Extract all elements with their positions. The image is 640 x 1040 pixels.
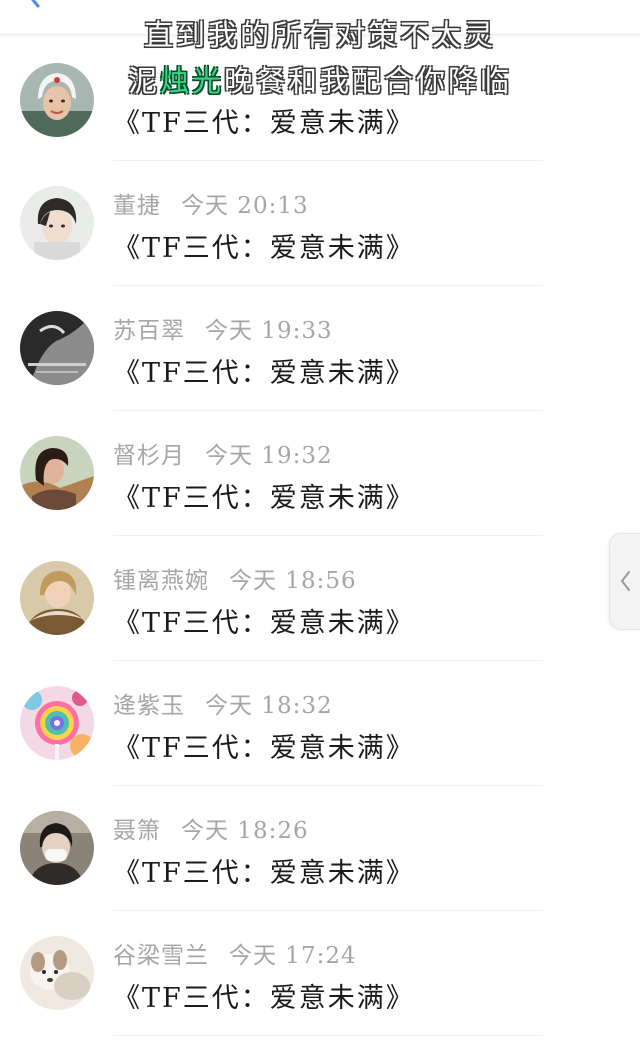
chevron-left-icon xyxy=(621,571,630,591)
message-text: 《TF三代：爱意未满》 xyxy=(113,483,415,514)
sender-name: 董捷 xyxy=(113,193,161,219)
lyric-subtitle-line-1: 直到我的所有对策不太灵 xyxy=(143,18,496,52)
message-text: 《TF三代：爱意未满》 xyxy=(113,733,415,764)
puppy-avatar xyxy=(20,936,94,1010)
avatar[interactable] xyxy=(20,936,94,1010)
avatar[interactable] xyxy=(20,686,94,760)
list-item[interactable]: 逄紫玉 今天 18:32 《TF三代：爱意未满》 xyxy=(0,660,600,785)
message-text: 《TF三代：爱意未满》 xyxy=(113,858,415,889)
message-time: 今天 18:26 xyxy=(181,818,309,844)
sender-name: 锺离燕婉 xyxy=(113,568,209,594)
lyric-line-2-end: 晚餐和我配合你降临 xyxy=(224,64,513,98)
avatar[interactable] xyxy=(20,561,94,635)
message-text: 《TF三代：爱意未满》 xyxy=(113,233,415,264)
list-item[interactable]: 督杉月 今天 19:32 《TF三代：爱意未满》 xyxy=(0,410,600,535)
divider xyxy=(113,1035,543,1036)
message-time: 今天 19:32 xyxy=(205,443,333,469)
bw-smoking-avatar xyxy=(20,311,94,385)
list-item[interactable]: 锺离燕婉 今天 18:56 《TF三代：爱意未满》 xyxy=(0,535,600,660)
sender-meta: 逄紫玉 今天 18:32 xyxy=(113,686,333,720)
sender-meta: 聂箫 今天 18:26 xyxy=(113,811,309,845)
sender-meta: 董捷 今天 20:13 xyxy=(113,186,309,220)
avatar[interactable] xyxy=(20,311,94,385)
message-time: 今天 17:24 xyxy=(229,943,357,969)
lyric-line-2-highlight: 烛光 xyxy=(159,64,224,98)
avatar[interactable] xyxy=(20,811,94,885)
sender-name: 逄紫玉 xyxy=(113,693,185,719)
message-text: 《TF三代：爱意未满》 xyxy=(113,108,415,139)
sender-name: 督杉月 xyxy=(113,443,185,469)
message-time: 今天 19:33 xyxy=(205,318,333,344)
masked-person-avatar xyxy=(20,811,94,885)
list-item[interactable]: 董捷 今天 20:13 《TF三代：爱意未满》 xyxy=(0,160,600,285)
lyric-line-2-start: 泥 xyxy=(127,64,160,98)
sender-name: 苏百翠 xyxy=(113,318,185,344)
sender-name: 谷梁雪兰 xyxy=(113,943,209,969)
sender-meta: 谷梁雪兰 今天 17:24 xyxy=(113,936,357,970)
screen: 直到我的所有对策不太灵 泥烛光晚餐和我配合你降临 《TF三代：爱意未满》 董捷 … xyxy=(0,0,640,1040)
fur-collar-avatar xyxy=(20,561,94,635)
list-item[interactable]: 谷梁雪兰 今天 17:24 《TF三代：爱意未满》 xyxy=(0,910,600,1035)
message-time: 今天 18:56 xyxy=(229,568,357,594)
illustrated-boy-avatar xyxy=(20,186,94,260)
avatar[interactable] xyxy=(20,436,94,510)
sender-meta: 苏百翠 今天 19:33 xyxy=(113,311,333,345)
list-item[interactable]: 苏百翠 今天 19:33 《TF三代：爱意未满》 xyxy=(0,285,600,410)
lollipop-avatar xyxy=(20,686,94,760)
message-time: 今天 18:32 xyxy=(205,693,333,719)
girl-portrait-avatar xyxy=(20,436,94,510)
message-text: 《TF三代：爱意未满》 xyxy=(113,983,415,1014)
message-time: 今天 20:13 xyxy=(181,193,309,219)
list-item[interactable]: 聂箫 今天 18:26 《TF三代：爱意未满》 xyxy=(0,785,600,910)
side-drawer-tab[interactable] xyxy=(609,533,640,630)
sender-name: 聂箫 xyxy=(113,818,161,844)
message-text: 《TF三代：爱意未满》 xyxy=(113,608,415,639)
sender-meta: 督杉月 今天 19:32 xyxy=(113,436,333,470)
avatar[interactable] xyxy=(20,186,94,260)
sender-meta: 锺离燕婉 今天 18:56 xyxy=(113,561,357,595)
lyric-subtitle-line-2: 泥烛光晚餐和我配合你降临 xyxy=(0,58,640,100)
message-text: 《TF三代：爱意未满》 xyxy=(113,358,415,389)
